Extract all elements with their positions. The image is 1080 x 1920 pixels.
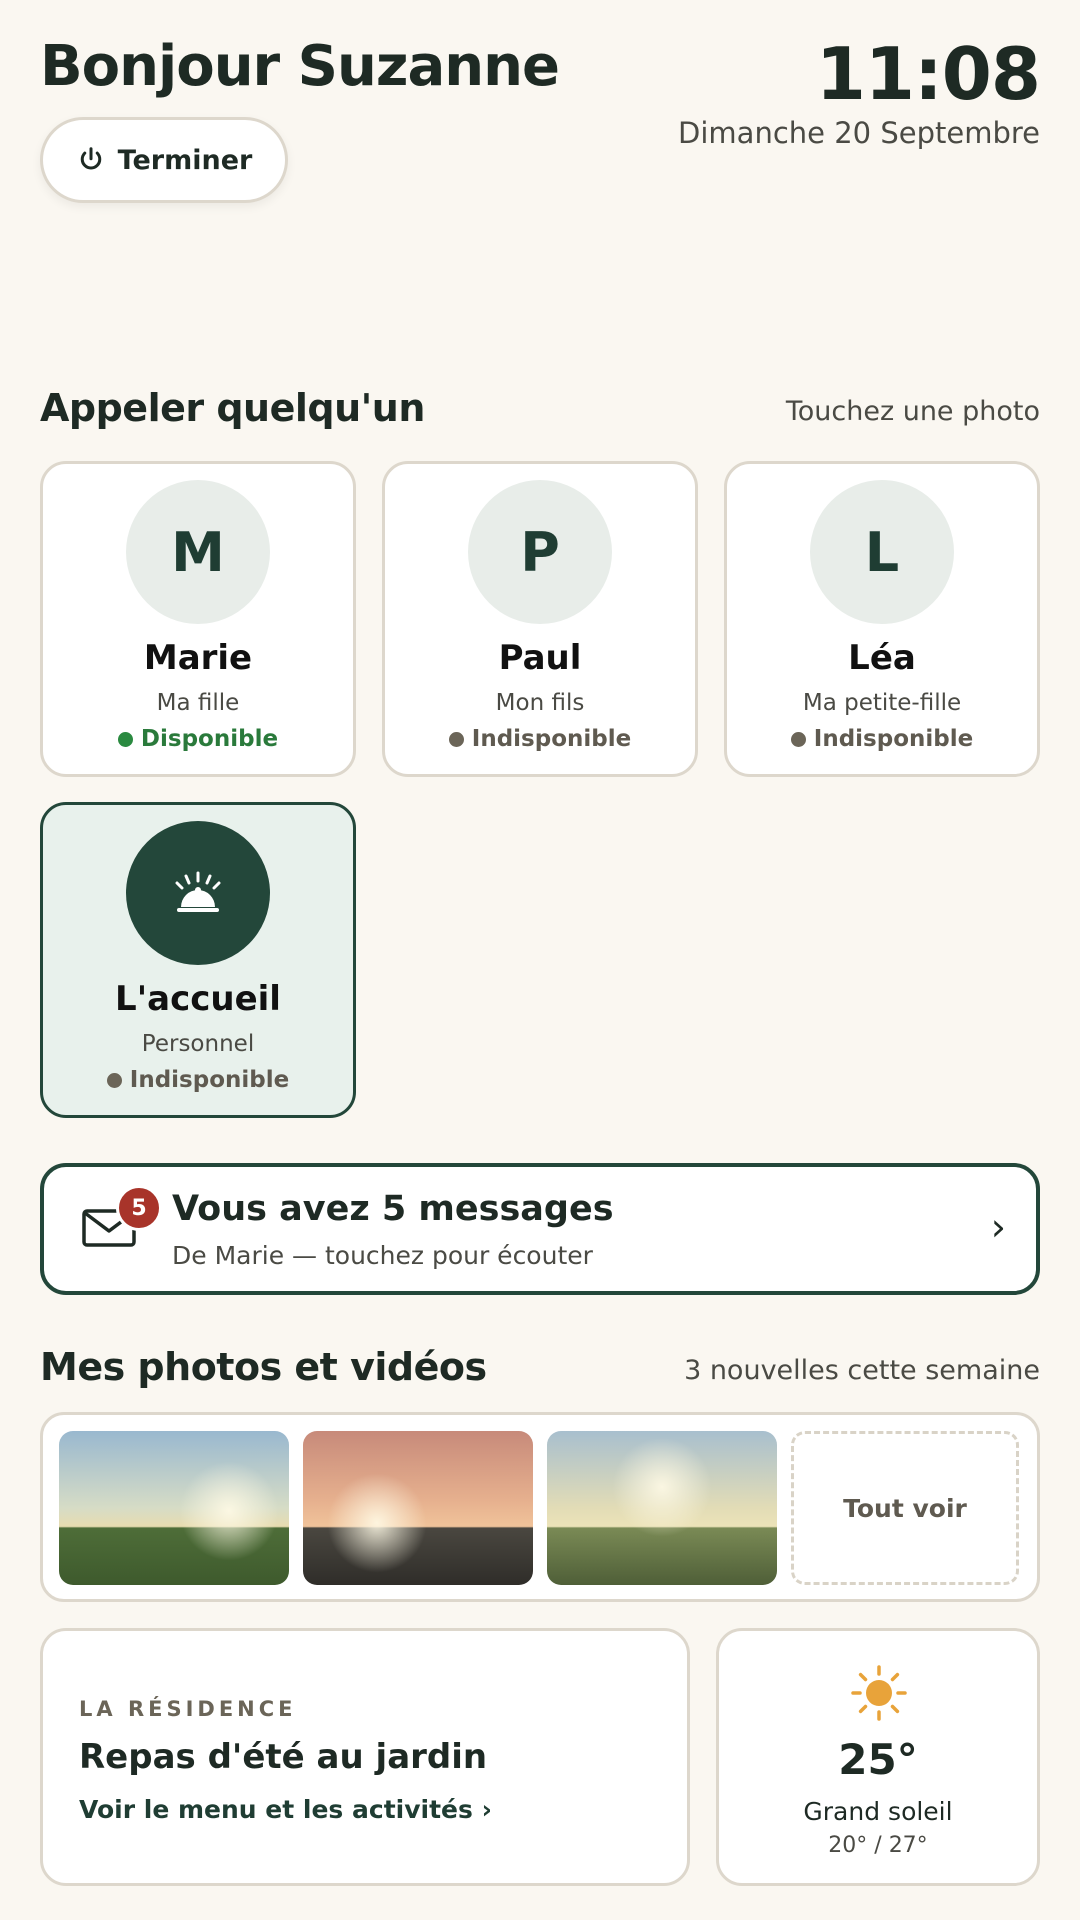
contact-relation: Personnel	[141, 1031, 255, 1057]
status-dot-icon	[790, 731, 806, 747]
residence-title: Repas d'été au jardin	[79, 1737, 488, 1777]
contact-card-reception[interactable]: L'accueil Personnel Indisponible	[40, 802, 356, 1118]
photo-thumbnail[interactable]	[547, 1431, 777, 1585]
contact-name: Léa	[848, 638, 916, 678]
status-label: Indisponible	[471, 726, 632, 752]
avatar: L	[810, 480, 954, 624]
calls-title: Appeler quelqu'un	[40, 386, 425, 430]
sun-icon	[851, 1665, 907, 1721]
status-dot-icon	[106, 1072, 122, 1088]
power-icon	[80, 147, 101, 170]
photo-thumbnail[interactable]	[59, 1431, 289, 1585]
photos-title: Mes photos et vidéos	[40, 1345, 487, 1389]
see-all-button[interactable]: Tout voir	[791, 1431, 1019, 1585]
residence-card[interactable]: LA RÉSIDENCE Repas d'été au jardin Voir …	[40, 1628, 690, 1886]
status-dot-icon	[448, 731, 464, 747]
end-button-label: Terminer	[117, 144, 253, 176]
residence-kicker: LA RÉSIDENCE	[79, 1697, 297, 1721]
chevron-right-icon: ›	[990, 1205, 1006, 1249]
clock: 11:08	[815, 32, 1041, 116]
residence-link[interactable]: Voir le menu et les activités ›	[79, 1795, 492, 1824]
date: Dimanche 20 Septembre	[678, 116, 1040, 150]
photos-hint: 3 nouvelles cette semaine	[684, 1355, 1040, 1386]
avatar	[126, 821, 270, 965]
contact-card-lea[interactable]: L Léa Ma petite-fille Indisponible	[724, 461, 1040, 777]
end-button[interactable]: Terminer	[40, 117, 288, 203]
calls-hint: Touchez une photo	[785, 396, 1040, 427]
temperature: 25°	[838, 1735, 918, 1784]
contact-name: Paul	[498, 638, 582, 678]
status-badge: Indisponible	[448, 726, 632, 752]
messages-title: Vous avez 5 messages	[172, 1189, 614, 1229]
status-badge: Indisponible	[790, 726, 974, 752]
reception-bell-icon	[175, 871, 221, 912]
contact-card-paul[interactable]: P Paul Mon fils Indisponible	[382, 461, 698, 777]
avatar: P	[468, 480, 612, 624]
status-label: Disponible	[140, 726, 279, 752]
status-dot-icon	[117, 731, 133, 747]
contact-relation: Ma fille	[156, 690, 240, 716]
messages-banner[interactable]: 5 Vous avez 5 messages De Marie — touche…	[40, 1163, 1040, 1295]
temperature-range: 20° / 27°	[828, 1833, 928, 1858]
avatar: M	[126, 480, 270, 624]
weather-condition: Grand soleil	[803, 1797, 953, 1826]
contact-name: L'accueil	[115, 979, 281, 1019]
photo-strip: Tout voir	[40, 1412, 1040, 1602]
status-label: Indisponible	[813, 726, 974, 752]
greeting: Bonjour Suzanne	[40, 34, 560, 99]
contact-relation: Ma petite-fille	[802, 690, 962, 716]
unread-count-badge: 5	[116, 1185, 162, 1231]
status-badge: Disponible	[117, 726, 279, 752]
contact-relation: Mon fils	[495, 690, 585, 716]
status-label: Indisponible	[129, 1067, 290, 1093]
contact-card-marie[interactable]: M Marie Ma fille Disponible	[40, 461, 356, 777]
contact-name: Marie	[143, 638, 253, 678]
messages-subtitle: De Marie — touchez pour écouter	[172, 1241, 593, 1270]
status-badge: Indisponible	[106, 1067, 290, 1093]
photo-thumbnail[interactable]	[303, 1431, 533, 1585]
weather-card: 25° Grand soleil 20° / 27°	[716, 1628, 1040, 1886]
